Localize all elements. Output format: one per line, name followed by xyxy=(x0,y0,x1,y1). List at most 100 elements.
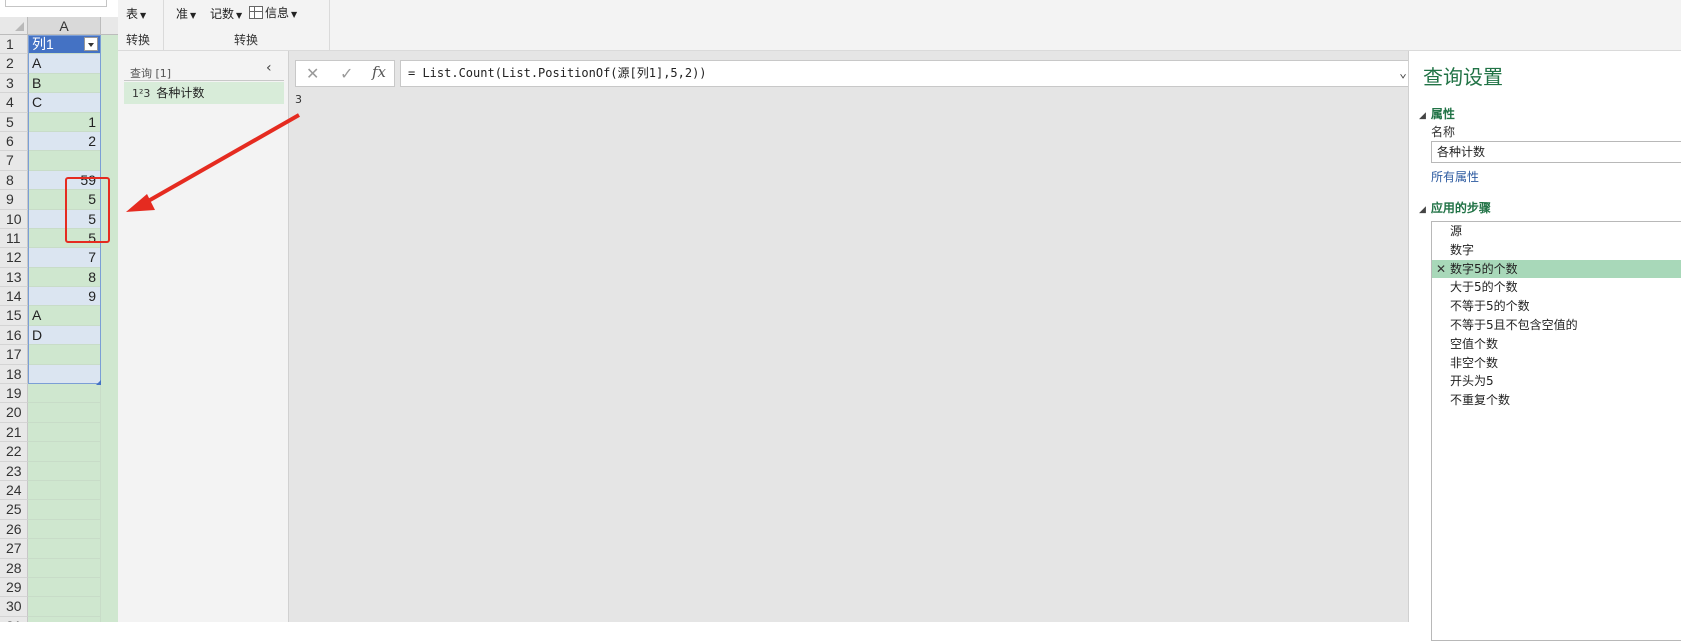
cell-a[interactable] xyxy=(28,364,101,385)
cell-b[interactable] xyxy=(101,131,118,152)
table-resize-handle[interactable] xyxy=(96,380,101,385)
cell-b[interactable] xyxy=(101,461,118,481)
ribbon-table-button[interactable]: 表 ▼ xyxy=(126,5,146,22)
cell-b[interactable] xyxy=(101,306,118,326)
row-number[interactable]: 8 xyxy=(0,170,28,191)
cell-a[interactable] xyxy=(28,616,101,622)
ribbon-info-button[interactable]: 信息 ▼ xyxy=(249,4,297,21)
cell-b[interactable] xyxy=(101,577,118,598)
cell-a[interactable] xyxy=(28,597,101,617)
collapse-chevron-icon[interactable]: ‹ xyxy=(266,60,272,76)
cell-a[interactable] xyxy=(28,558,101,578)
row-number[interactable]: 7 xyxy=(0,151,28,171)
row-number[interactable]: 11 xyxy=(0,228,28,249)
cell-a[interactable] xyxy=(28,422,101,443)
row-number[interactable]: 14 xyxy=(0,287,28,307)
cell-b[interactable] xyxy=(101,442,118,462)
cell-b[interactable] xyxy=(101,403,118,423)
row-number[interactable]: 10 xyxy=(0,209,28,229)
cell-a[interactable] xyxy=(28,500,101,520)
row-number[interactable]: 13 xyxy=(0,267,28,288)
query-name-field[interactable]: 各种计数 xyxy=(1431,141,1681,163)
cell-a[interactable] xyxy=(28,539,101,559)
row-number[interactable]: 24 xyxy=(0,480,28,501)
ribbon-count-button[interactable]: 记数 ▼ xyxy=(210,5,242,22)
cell-a[interactable] xyxy=(28,461,101,481)
cell-a[interactable]: A xyxy=(28,54,101,74)
fx-icon[interactable]: fx xyxy=(372,63,386,81)
cell-b[interactable] xyxy=(101,93,118,113)
cell-a[interactable]: 9 xyxy=(28,287,101,307)
name-box[interactable] xyxy=(5,0,107,7)
column-header-b[interactable] xyxy=(101,17,118,35)
cell-b[interactable] xyxy=(101,364,118,385)
row-number[interactable]: 18 xyxy=(0,364,28,385)
cell-b[interactable] xyxy=(101,35,118,55)
cell-a[interactable]: 8 xyxy=(28,267,101,288)
row-number[interactable]: 29 xyxy=(0,577,28,598)
cell-b[interactable] xyxy=(101,54,118,74)
row-number[interactable]: 3 xyxy=(0,73,28,94)
row-number[interactable]: 2 xyxy=(0,54,28,74)
cell-a[interactable] xyxy=(28,403,101,423)
cell-b[interactable] xyxy=(101,112,118,132)
cell-b[interactable] xyxy=(101,151,118,171)
table-header-cell[interactable]: 列1 xyxy=(28,35,101,55)
row-number[interactable]: 26 xyxy=(0,519,28,540)
applied-step[interactable]: 不重复个数 xyxy=(1432,391,1681,410)
cell-a[interactable] xyxy=(28,345,101,365)
cell-a[interactable]: C xyxy=(28,93,101,113)
applied-step[interactable]: 空值个数 xyxy=(1432,335,1681,354)
properties-section[interactable]: ◢ 属性 xyxy=(1419,105,1455,122)
row-number[interactable]: 30 xyxy=(0,597,28,617)
row-number[interactable]: 16 xyxy=(0,325,28,346)
row-number[interactable]: 19 xyxy=(0,384,28,404)
column-header-a[interactable]: A xyxy=(28,17,101,35)
row-number[interactable]: 1 xyxy=(0,35,28,55)
cell-a[interactable]: 2 xyxy=(28,131,101,152)
filter-dropdown-icon[interactable] xyxy=(84,37,98,51)
cell-a[interactable]: 1 xyxy=(28,112,101,132)
cell-a[interactable]: B xyxy=(28,73,101,94)
cell-b[interactable] xyxy=(101,558,118,578)
cancel-icon[interactable]: ✕ xyxy=(306,64,319,83)
cell-a[interactable]: D xyxy=(28,325,101,346)
row-number[interactable]: 23 xyxy=(0,461,28,481)
cell-b[interactable] xyxy=(101,616,118,622)
row-number[interactable]: 5 xyxy=(0,112,28,132)
row-number[interactable]: 17 xyxy=(0,345,28,365)
cell-a[interactable]: 7 xyxy=(28,248,101,268)
query-item[interactable]: 1²3 各种计数 xyxy=(124,82,284,104)
cell-a[interactable] xyxy=(28,519,101,540)
cell-a[interactable] xyxy=(28,151,101,171)
applied-step[interactable]: 不等于5的个数 xyxy=(1432,297,1681,316)
applied-step[interactable]: ✕ 数字5的个数 xyxy=(1432,259,1681,279)
cell-a[interactable] xyxy=(28,442,101,462)
row-number[interactable]: 21 xyxy=(0,422,28,443)
cell-b[interactable] xyxy=(101,539,118,559)
cell-b[interactable] xyxy=(101,325,118,346)
cell-b[interactable] xyxy=(101,519,118,540)
row-number[interactable]: 27 xyxy=(0,539,28,559)
row-number[interactable]: 22 xyxy=(0,442,28,462)
cell-b[interactable] xyxy=(101,422,118,443)
row-number[interactable]: 15 xyxy=(0,306,28,326)
row-number[interactable]: 6 xyxy=(0,131,28,152)
cell-b[interactable] xyxy=(101,267,118,288)
row-number[interactable]: 4 xyxy=(0,93,28,113)
row-number[interactable]: 31 xyxy=(0,616,28,622)
all-properties-link[interactable]: 所有属性 xyxy=(1431,168,1479,185)
delete-step-icon[interactable]: ✕ xyxy=(1436,260,1446,279)
cell-b[interactable] xyxy=(101,287,118,307)
applied-step[interactable]: 开头为5 xyxy=(1432,372,1681,391)
steps-section[interactable]: ◢ 应用的步骤 xyxy=(1419,199,1491,216)
cell-b[interactable] xyxy=(101,345,118,365)
applied-step[interactable]: 大于5的个数 xyxy=(1432,278,1681,297)
ribbon-standard-button[interactable]: 准 ▼ xyxy=(176,5,196,22)
row-number[interactable]: 12 xyxy=(0,248,28,268)
cell-a[interactable] xyxy=(28,480,101,501)
row-number[interactable]: 28 xyxy=(0,558,28,578)
cell-a[interactable] xyxy=(28,577,101,598)
cell-b[interactable] xyxy=(101,500,118,520)
applied-step[interactable]: 非空个数 xyxy=(1432,354,1681,373)
